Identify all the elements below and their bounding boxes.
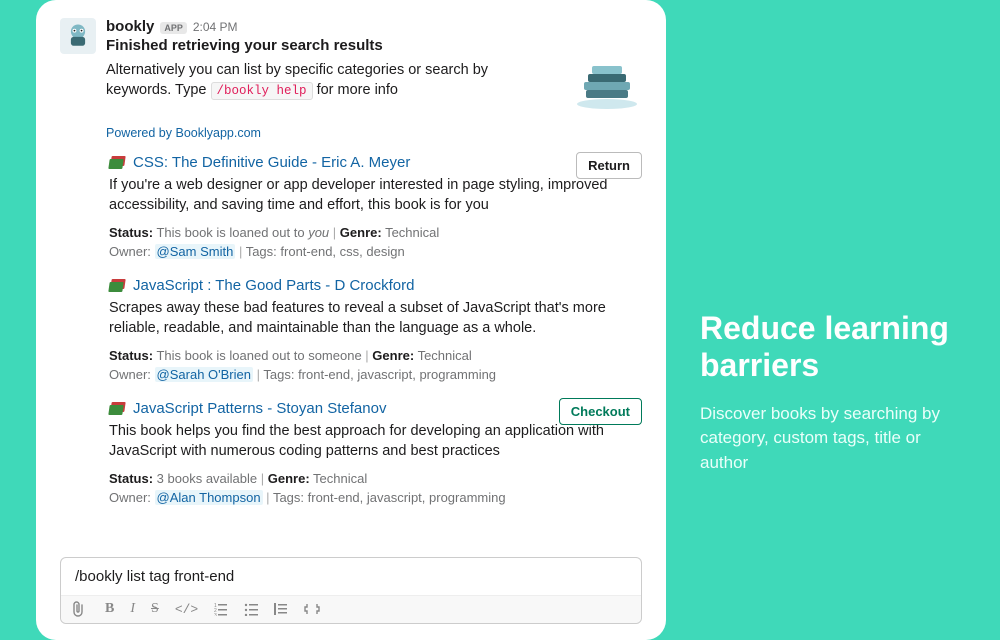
subtext-after: for more info <box>317 82 398 98</box>
book-icon <box>109 156 127 170</box>
powered-by-link[interactable]: Powered by Booklyapp.com <box>106 126 642 140</box>
owner-mention[interactable]: @Alan Thompson <box>155 490 263 505</box>
book-icon <box>109 402 127 416</box>
result-item: Checkout JavaScript Patterns - Stoyan St… <box>106 400 642 505</box>
results-list: Return CSS: The Definitive Guide - Eric … <box>106 154 642 505</box>
composer-toolbar: B I S </> 123 <box>61 595 641 623</box>
attachment-icon[interactable] <box>71 601 85 617</box>
result-title-link[interactable]: JavaScript : The Good Parts - D Crockfor… <box>133 277 415 294</box>
result-meta-line1: Status: This book is loaned out to someo… <box>109 348 642 363</box>
marketing-body: Discover books by searching by category,… <box>700 402 960 476</box>
message-header: bookly APP 2:04 PM Finished retrieving y… <box>60 18 642 54</box>
owner-mention[interactable]: @Sam Smith <box>155 244 236 259</box>
result-description: Scrapes away these bad features to revea… <box>109 298 609 338</box>
ordered-list-icon[interactable]: 123 <box>214 602 228 616</box>
marketing-title: Reduce learning barriers <box>700 310 960 384</box>
result-meta-line1: Status: 3 books available | Genre: Techn… <box>109 471 642 486</box>
slack-message-card: bookly APP 2:04 PM Finished retrieving y… <box>36 0 666 640</box>
message-subtext: Alternatively you can list by specific c… <box>106 60 554 101</box>
result-meta-line2: Owner: @Alan Thompson | Tags: front-end,… <box>109 490 642 505</box>
message-composer: B I S </> 123 <box>60 557 642 624</box>
books-illustration-icon <box>572 60 642 110</box>
result-description: This book helps you find the best approa… <box>109 421 609 461</box>
inline-code: /bookly help <box>211 82 313 100</box>
message-timestamp: 2:04 PM <box>193 20 238 34</box>
code-block-icon[interactable] <box>304 602 320 616</box>
app-badge: APP <box>160 22 187 34</box>
svg-text:3: 3 <box>214 613 217 616</box>
result-title-link[interactable]: JavaScript Patterns - Stoyan Stefanov <box>133 400 386 417</box>
result-item: JavaScript : The Good Parts - D Crockfor… <box>106 277 642 382</box>
result-action-button[interactable]: Checkout <box>559 398 642 425</box>
marketing-panel: Reduce learning barriers Discover books … <box>700 310 960 476</box>
bot-avatar <box>60 18 96 54</box>
owner-mention[interactable]: @Sarah O'Brien <box>155 367 253 382</box>
result-meta-line2: Owner: @Sarah O'Brien | Tags: front-end,… <box>109 367 642 382</box>
message-heading: Finished retrieving your search results <box>106 37 642 54</box>
bold-icon[interactable]: B <box>105 601 114 617</box>
result-action-button[interactable]: Return <box>576 152 642 179</box>
composer-input[interactable] <box>61 558 641 595</box>
result-title-link[interactable]: CSS: The Definitive Guide - Eric A. Meye… <box>133 154 410 171</box>
result-meta-line2: Owner: @Sam Smith | Tags: front-end, css… <box>109 244 642 259</box>
strikethrough-icon[interactable]: S <box>151 601 159 617</box>
bullet-list-icon[interactable] <box>244 602 258 616</box>
italic-icon[interactable]: I <box>130 601 135 617</box>
code-icon[interactable]: </> <box>175 602 198 617</box>
book-icon <box>109 279 127 293</box>
result-item: Return CSS: The Definitive Guide - Eric … <box>106 154 642 259</box>
result-meta-line1: Status: This book is loaned out to you |… <box>109 225 642 240</box>
blockquote-icon[interactable] <box>274 602 288 616</box>
bot-name: bookly <box>106 18 154 35</box>
result-description: If you're a web designer or app develope… <box>109 175 609 215</box>
